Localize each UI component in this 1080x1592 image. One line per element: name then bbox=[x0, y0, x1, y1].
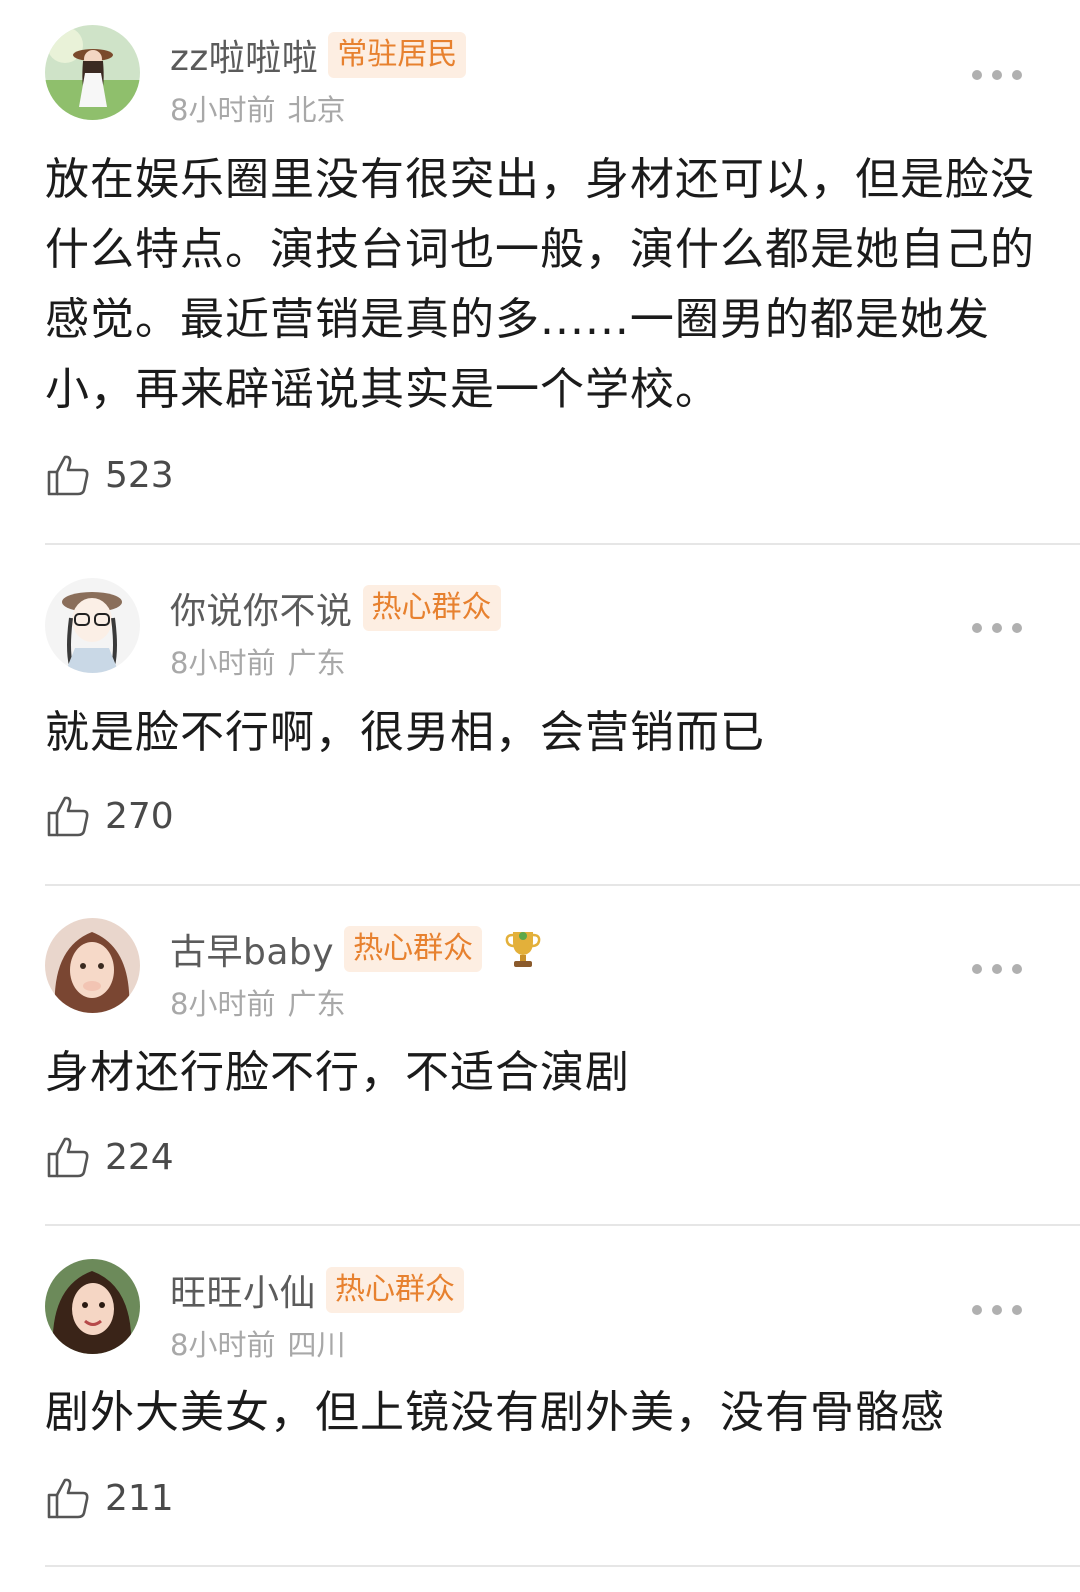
like-button[interactable]: 224 bbox=[45, 1132, 174, 1182]
divider bbox=[45, 543, 1080, 545]
comment-location: 广东 bbox=[287, 987, 346, 1021]
like-count: 523 bbox=[105, 454, 174, 496]
like-button[interactable]: 523 bbox=[45, 450, 174, 500]
like-button[interactable]: 211 bbox=[45, 1473, 174, 1523]
like-count: 270 bbox=[105, 795, 174, 837]
name-row: 你说你不说 热心群众 bbox=[170, 583, 501, 633]
user-badge: 常驻居民 bbox=[328, 32, 467, 78]
user-badge: 热心群众 bbox=[326, 1267, 465, 1313]
more-dots-icon[interactable] bbox=[972, 613, 1022, 643]
user-badge: 热心群众 bbox=[362, 585, 501, 631]
comment-location: 四川 bbox=[287, 1328, 346, 1362]
comment-text: 放在娱乐圈里没有很突出，身材还可以，但是脸没什么特点。演技台词也一般，演什么都是… bbox=[45, 154, 1035, 415]
avatar[interactable] bbox=[45, 578, 140, 673]
comment-time: 8小时前 bbox=[170, 987, 276, 1021]
comment-text: 身材还行脸不行，不适合演剧 bbox=[45, 1047, 630, 1098]
username[interactable]: zz啦啦啦 bbox=[170, 29, 318, 81]
avatar[interactable] bbox=[45, 1259, 140, 1354]
comment-time: 8小时前 bbox=[170, 646, 276, 680]
more-dots-icon[interactable] bbox=[972, 1295, 1022, 1325]
avatar[interactable] bbox=[45, 25, 140, 120]
comment-location: 广东 bbox=[287, 646, 346, 680]
comment-time: 8小时前 bbox=[170, 93, 276, 127]
trophy-icon bbox=[505, 932, 541, 967]
comment-meta: 8小时前 北京 bbox=[170, 87, 345, 129]
more-dots-icon[interactable] bbox=[972, 954, 1022, 984]
more-dots-icon[interactable] bbox=[972, 60, 1022, 90]
thumbs-up-icon bbox=[47, 796, 89, 837]
divider bbox=[45, 1565, 1080, 1567]
comment-location: 北京 bbox=[287, 93, 346, 127]
like-count: 211 bbox=[105, 1477, 174, 1519]
name-row: 古早baby 热心群众 bbox=[170, 924, 542, 974]
thumbs-up-icon bbox=[47, 1137, 89, 1178]
comment-text: 剧外大美女，但上镜没有剧外美，没有骨骼感 bbox=[45, 1387, 945, 1438]
divider bbox=[45, 1224, 1080, 1226]
username[interactable]: 你说你不说 bbox=[170, 582, 353, 634]
comment-meta: 8小时前 广东 bbox=[170, 640, 345, 682]
username[interactable]: 旺旺小仙 bbox=[170, 1264, 316, 1316]
divider bbox=[45, 884, 1080, 886]
like-count: 224 bbox=[105, 1136, 174, 1178]
comment-time: 8小时前 bbox=[170, 1328, 276, 1362]
thumbs-up-icon bbox=[47, 455, 89, 496]
thumbs-up-icon bbox=[47, 1478, 89, 1519]
username[interactable]: 古早baby bbox=[170, 923, 334, 975]
comment-text: 就是脸不行啊，很男相，会营销而已 bbox=[45, 707, 765, 758]
name-row: 旺旺小仙 热心群众 bbox=[170, 1264, 465, 1316]
name-row: zz啦啦啦 常驻居民 bbox=[170, 29, 467, 81]
avatar[interactable] bbox=[45, 918, 140, 1013]
comment-meta: 8小时前 四川 bbox=[170, 1322, 345, 1364]
comment-meta: 8小时前 广东 bbox=[170, 981, 345, 1023]
like-button[interactable]: 270 bbox=[45, 791, 174, 841]
user-badge: 热心群众 bbox=[344, 926, 483, 972]
